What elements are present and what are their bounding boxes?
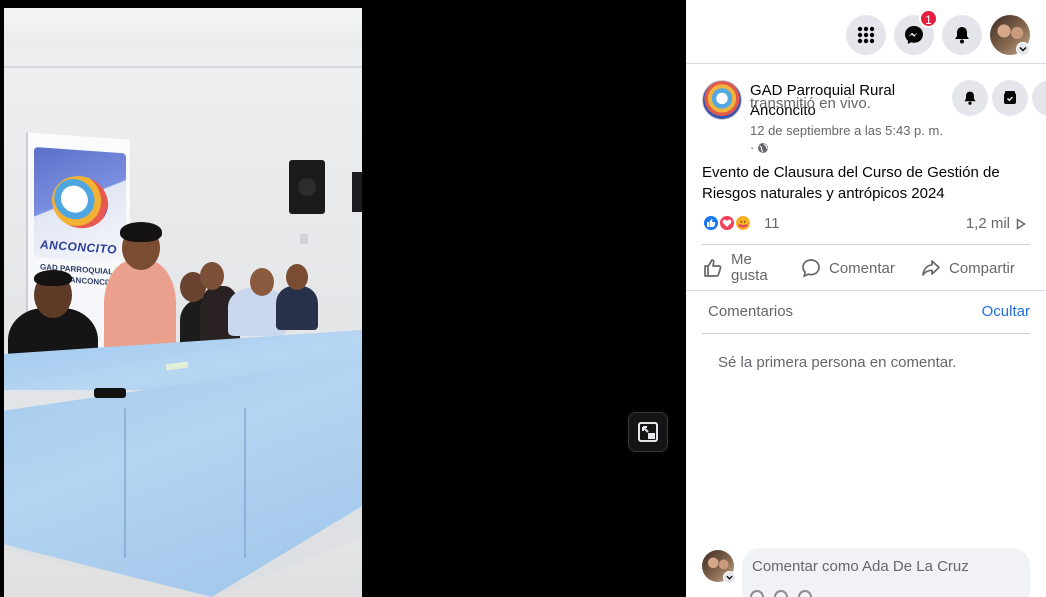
picture-in-picture-button[interactable] [628,412,668,452]
save-icon [1004,91,1016,104]
account-menu-chevron[interactable] [1016,42,1030,56]
post-panel: 1 GAD Parroquial Rural Anconcito transmi… [686,0,1046,597]
share-arrow-icon [922,260,940,276]
hide-comments-link[interactable]: Ocultar [982,303,1030,320]
more-options-button[interactable] [1032,80,1046,116]
play-icon [1016,217,1026,230]
video-person-6-head [286,264,308,290]
messenger-badge: 1 [919,9,938,28]
emoji-icon[interactable] [774,590,788,597]
privacy-separator: · [750,140,755,155]
messenger-icon [905,26,923,44]
comment-input-placeholder: Comentar como Ada De La Cruz [752,558,969,575]
comment-bubble-icon [802,259,820,278]
video-outlet [300,234,308,244]
bell-icon [964,91,976,105]
post-privacy: · [750,140,769,155]
camera-icon[interactable] [798,590,812,597]
like-label: Me gusta [731,251,768,284]
comment-button[interactable]: Comentar [800,246,895,290]
comments-header: Comentarios Ocultar [702,296,1030,334]
comment-label: Comentar [829,259,895,277]
reactions-divider [702,244,1030,245]
menu-button[interactable] [846,15,886,55]
follow-notifications-button[interactable] [952,80,988,116]
video-player[interactable]: ANCONCITO GAD PARROQUIAL RURAL ANCONCITO [0,0,686,597]
globe-icon [758,142,769,153]
video-phone [94,388,126,398]
post-timestamp[interactable]: 12 de septiembre a las 5:43 p. m. [750,123,943,138]
video-person-2-hair [120,222,162,242]
share-label: Compartir [949,259,1015,277]
picture-in-picture-icon [638,422,658,442]
views-count-text: 1,2 mil [965,215,1010,232]
post-actions-bar: Me gusta Comentar Compartir [702,246,1032,290]
care-reaction-icon [734,214,752,232]
video-person-1-hair [34,270,72,286]
menu-grid-icon [857,26,875,44]
video-speaker [289,160,325,214]
thumbs-up-icon [704,259,722,277]
post-description: Evento de Clausura del Curso de Gestión … [702,164,1000,202]
post-action-text: transmitió en vivo. [750,94,871,112]
page-logo-avatar[interactable] [702,80,742,120]
facebook-live-post-view: ANCONCITO GAD PARROQUIAL RURAL ANCONCITO [0,0,1046,597]
views-count: 1,2 mil [966,215,1026,232]
avatar-sticker-icon[interactable] [750,590,764,597]
reactions-bar[interactable]: 11 1,2 mil [702,212,1032,234]
video-wall-line [4,66,362,68]
video-cloth-fold [244,408,246,558]
video-person-4-head [200,262,224,290]
chevron-down-icon [726,575,733,580]
video-cloth-fold [124,408,126,558]
share-button[interactable]: Compartir [920,246,1015,290]
video-ceiling [4,8,362,48]
video-frame: ANCONCITO GAD PARROQUIAL RURAL ANCONCITO [4,8,362,597]
comments-label: Comentarios [708,303,794,320]
notification-bell-icon [955,27,969,44]
post-author-line: GAD Parroquial Rural Anconcito transmiti… [750,81,950,121]
video-wall-box [352,172,362,212]
like-button[interactable]: Me gusta [702,246,792,290]
empty-comments-message: Sé la primera persona en comentar. [718,354,957,371]
composer-account-chevron[interactable] [723,571,736,584]
actions-divider [686,290,1046,291]
reaction-count[interactable]: 11 [764,215,780,232]
video-person-5-head [250,268,274,296]
chevron-down-icon [1019,46,1027,52]
composer-tools [750,590,812,597]
video-person-6 [276,286,318,330]
comment-input[interactable]: Comentar como Ada De La Cruz [742,548,1030,597]
notifications-button[interactable] [942,15,982,55]
save-post-button[interactable] [992,80,1028,116]
top-navigation-bar: 1 [686,0,1046,64]
